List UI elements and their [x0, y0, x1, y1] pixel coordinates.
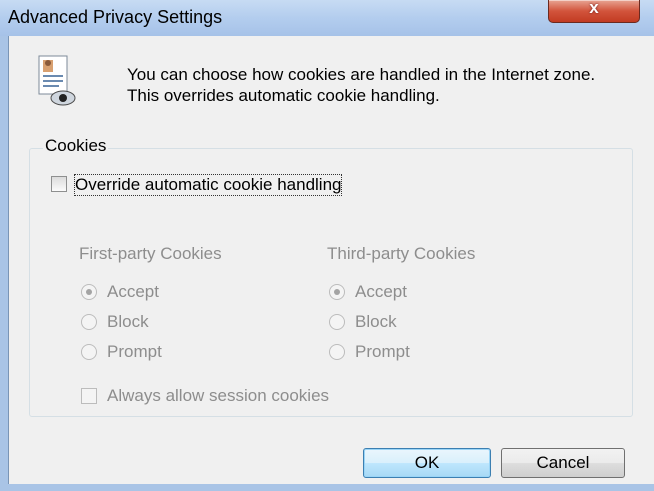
first-party-block-radio[interactable] — [81, 314, 97, 330]
close-button[interactable]: x — [548, 0, 640, 23]
third-party-block-label[interactable]: Block — [355, 312, 397, 332]
title-bar[interactable]: Advanced Privacy Settings x — [0, 0, 654, 36]
first-party-accept-label[interactable]: Accept — [107, 282, 159, 302]
close-icon: x — [589, 0, 599, 17]
privacy-document-icon — [38, 55, 76, 106]
dialog-window: Advanced Privacy Settings x You can choo… — [0, 0, 654, 491]
cancel-button[interactable]: Cancel — [501, 448, 625, 478]
window-bottom-frame — [0, 484, 654, 491]
first-party-heading: First-party Cookies — [79, 244, 222, 263]
override-label[interactable]: Override automatic cookie handling — [73, 174, 343, 196]
first-party-accept-radio[interactable] — [81, 284, 97, 300]
first-party-prompt-radio[interactable] — [81, 344, 97, 360]
third-party-heading: Third-party Cookies — [327, 244, 476, 263]
third-party-accept-radio[interactable] — [329, 284, 345, 300]
cookies-group-legend: Cookies — [43, 136, 109, 156]
third-party-prompt-radio[interactable] — [329, 344, 345, 360]
dialog-body: You can choose how cookies are handled i… — [8, 36, 654, 491]
window-title: Advanced Privacy Settings — [8, 7, 223, 27]
third-party-block-radio[interactable] — [329, 314, 345, 330]
override-checkbox[interactable] — [51, 176, 67, 192]
session-cookies-label[interactable]: Always allow session cookies — [107, 386, 329, 406]
intro-text: You can choose how cookies are handled i… — [127, 65, 596, 105]
session-cookies-checkbox[interactable] — [81, 388, 97, 404]
third-party-prompt-label[interactable]: Prompt — [355, 342, 410, 362]
ok-button[interactable]: OK — [363, 448, 491, 478]
first-party-block-label[interactable]: Block — [107, 312, 149, 332]
first-party-prompt-label[interactable]: Prompt — [107, 342, 162, 362]
third-party-accept-label[interactable]: Accept — [355, 282, 407, 302]
